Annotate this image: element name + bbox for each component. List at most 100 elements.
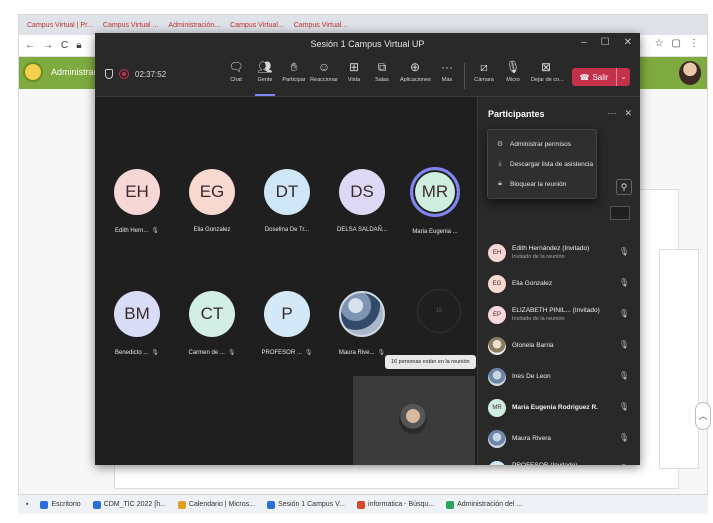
participant-name: Maura Rivera xyxy=(512,435,552,442)
participant-row[interactable]: MR Maria Eugenia Rodriguez R. 🎙︎ xyxy=(478,392,640,423)
avatar xyxy=(488,367,506,386)
search-icon[interactable]: ⚲ xyxy=(616,179,632,195)
side-panel xyxy=(659,249,699,469)
participant-name: Edith Hernández (Invitado) xyxy=(512,245,590,252)
taskbar-item[interactable]: Calendario | Micros... xyxy=(177,500,255,509)
hand-icon: ✋︎ xyxy=(290,60,298,74)
close-panel-icon[interactable]: ✕ xyxy=(624,108,632,119)
maximize-icon[interactable]: ☐ xyxy=(601,37,610,48)
participant-row[interactable]: Gloriela Barria 🎙︎ xyxy=(478,330,640,361)
taskbar-item[interactable]: Escritorio xyxy=(40,500,81,509)
taskbar-item[interactable]: Sesión 1 Campus V... xyxy=(266,500,345,509)
panel-title: Participantes xyxy=(488,109,545,119)
share-stop-icon: ⊠ xyxy=(540,60,552,74)
more-options-icon[interactable]: ··· xyxy=(607,108,616,119)
forward-icon[interactable]: → xyxy=(43,40,53,51)
mic-status-icon: 🎙︎ xyxy=(618,340,629,349)
mic-status-icon: 🎙︎ xyxy=(618,402,629,411)
minimize-icon[interactable]: – xyxy=(581,37,587,48)
participant-name: Edith Hern... xyxy=(115,228,149,234)
apps-button[interactable]: ⊕ Aplicaciones xyxy=(400,59,431,93)
participant-name: PROFESOR ... xyxy=(261,350,302,356)
participant-row[interactable]: Maura Rivera 🎙︎ xyxy=(478,423,640,454)
people-icon: 👥︎ xyxy=(257,60,273,74)
mic-button[interactable]: 🎙︎ Micro xyxy=(498,59,528,93)
mic-off-icon: 🎙︎ xyxy=(227,350,236,356)
react-button[interactable]: ☺ Reaccionar xyxy=(309,59,339,93)
stop-sharing-button[interactable]: ⊠ Dejar de co... xyxy=(531,59,564,93)
share-invite-input[interactable] xyxy=(610,206,630,220)
taskbar-item[interactable]: CDM_TIC 2022 [h... xyxy=(92,500,166,509)
participant-tile[interactable]: DT Doselina De Tr... xyxy=(249,169,325,233)
video-gallery: EH Edith Hern... 🎙︎ EG Elia Gonzalez DT D… xyxy=(95,97,477,465)
browser-tab[interactable]: Campus Virtual ... xyxy=(103,22,159,29)
extension-icon[interactable]: ▢ xyxy=(672,38,681,49)
avatar: DT xyxy=(264,169,310,215)
avatar: DS xyxy=(339,169,385,215)
mic-off-icon: 🎙︎ xyxy=(151,350,159,356)
download-attendance-item[interactable]: ⤓ Descargar lista de asistencia xyxy=(488,154,596,174)
participant-name: Elia Gonzalez xyxy=(193,227,231,233)
participant-row[interactable]: PPROFESOR (Invitado)Invitado de la reuni… xyxy=(478,454,640,465)
camera-button[interactable]: ⧄ Cámara xyxy=(469,59,499,93)
user-avatar[interactable] xyxy=(679,61,701,85)
participant-tile[interactable]: EH Edith Hern... 🎙︎ xyxy=(99,169,175,234)
camera-off-icon: ⧄ xyxy=(480,60,488,74)
chat-button[interactable]: 🗨︎ Chat xyxy=(221,59,251,93)
star-icon[interactable]: ☆ xyxy=(655,38,664,49)
participant-row[interactable]: EH Edith Hernández (Invitado) Invitado de … xyxy=(478,237,640,268)
start-icon[interactable]: ▪ xyxy=(26,501,28,508)
participant-tile[interactable]: DS DELSA SALDAÑ... xyxy=(324,169,400,233)
close-icon[interactable]: ✕ xyxy=(624,37,632,48)
participant-row[interactable]: EG Elia Gonzalez 🎙︎ xyxy=(478,268,640,299)
raise-hand-button[interactable]: ✋︎ Participar xyxy=(279,59,309,93)
manage-permissions-item[interactable]: ⚙ Administrar permisos xyxy=(488,134,596,154)
mic-off-icon: 🎙︎ xyxy=(304,350,313,356)
overflow-count[interactable]: 16 xyxy=(417,289,461,333)
participant-row[interactable]: Ines De Leon 🎙︎ xyxy=(478,361,640,392)
back-icon[interactable]: ← xyxy=(25,40,35,51)
participant-row[interactable]: EP ELIZABETH PINIL... (Invitado) Invitado … xyxy=(478,299,640,330)
mic-status-icon: 🎙︎ xyxy=(618,309,629,318)
participant-tile[interactable]: Maura Rive... 🎙︎ xyxy=(324,291,400,356)
toolbar-divider xyxy=(464,63,465,89)
browser-tab[interactable]: Campus Virtual | Pr... xyxy=(27,22,93,29)
chevron-down-icon[interactable]: ⌄ xyxy=(616,68,630,86)
more-button[interactable]: ··· Más xyxy=(432,59,462,93)
window-title: Sesión 1 Campus Virtual UP xyxy=(310,39,425,49)
admin-link[interactable]: Administraci xyxy=(51,67,100,77)
view-button[interactable]: ⊞ Vista xyxy=(339,59,369,93)
browser-tab[interactable]: Campus Virtual... xyxy=(294,22,348,29)
self-video-preview[interactable] xyxy=(353,376,475,465)
participant-tile[interactable]: CT Carmen de ... 🎙︎ xyxy=(174,291,250,356)
mic-status-icon: 🎙︎ xyxy=(619,464,629,465)
participant-tile[interactable]: P PROFESOR ... 🎙︎ xyxy=(249,291,325,356)
plus-icon: ⊕ xyxy=(409,60,421,74)
scroll-up-icon[interactable]: ︿ xyxy=(695,402,711,430)
os-taskbar: ▪ Escritorio CDM_TIC 2022 [h... Calendar… xyxy=(18,494,708,514)
browser-tab[interactable]: Campus Virtual... xyxy=(230,22,284,29)
taskbar-item[interactable]: Administración del ... xyxy=(446,500,522,509)
participant-tile[interactable]: EG Elia Gonzalez xyxy=(174,169,250,233)
mic-status-icon: 🎙︎ xyxy=(618,278,629,287)
taskbar-item[interactable]: informatica - Búsqu... xyxy=(357,500,434,509)
recording-icon xyxy=(119,69,129,79)
avatar: EG xyxy=(189,169,235,215)
browser-tab[interactable]: Administración... xyxy=(168,22,220,29)
leave-button[interactable]: ☎︎ Salir ⌄ xyxy=(572,68,630,86)
avatar: P xyxy=(264,291,310,337)
avatar: EH xyxy=(488,243,506,262)
reload-icon[interactable]: C xyxy=(61,40,68,51)
participant-tile[interactable]: BM Benedicto ... 🎙︎ xyxy=(99,291,175,356)
rooms-icon: ⧉ xyxy=(377,60,387,74)
rooms-button[interactable]: ⧉ Salas xyxy=(367,59,397,93)
mic-status-icon: 🎙︎ xyxy=(618,433,629,442)
participant-role: Invitado de la reunión xyxy=(512,254,565,260)
participant-name: Maria Eugenia Rodriguez R. xyxy=(512,404,598,411)
people-button[interactable]: 👥︎ Gente xyxy=(250,59,280,96)
participant-name: Benedicto ... xyxy=(115,350,149,356)
participant-tile-speaking[interactable]: MR Maria Eugenia ... xyxy=(397,167,473,235)
lock-meeting-item[interactable]: 🔒︎ Bloquear la reunión xyxy=(488,174,596,194)
avatar: EH xyxy=(114,169,160,215)
menu-icon[interactable]: ⋮ xyxy=(689,38,699,49)
